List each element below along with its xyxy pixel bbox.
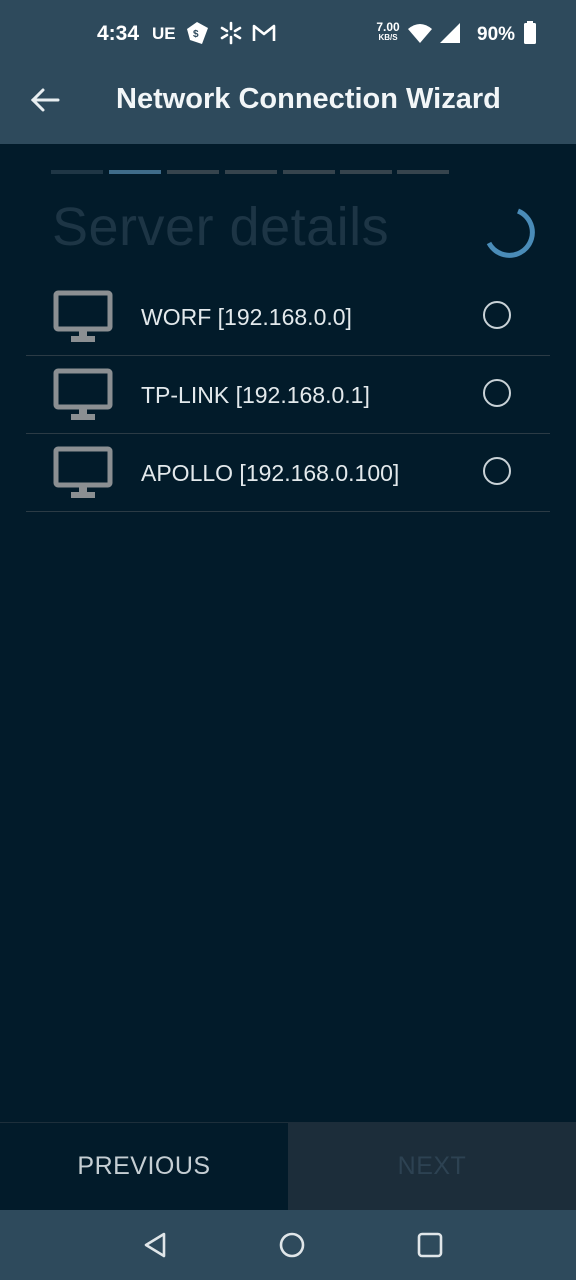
- step-1: [51, 170, 103, 174]
- page-title: Network Connection Wizard: [116, 83, 501, 115]
- server-radio[interactable]: [483, 301, 511, 329]
- status-bar: 4:34 UE $ 7.00 KB/S 90%: [0, 0, 576, 56]
- step-7: [397, 170, 449, 174]
- step-3: [167, 170, 219, 174]
- step-6: [340, 170, 392, 174]
- battery-percent: 90%: [477, 24, 516, 45]
- app-bar: Network Connection Wizard: [0, 56, 576, 144]
- asterisk-icon: [220, 21, 242, 45]
- back-arrow-icon[interactable]: [28, 80, 64, 120]
- server-name: APOLLO [192.168.0.100]: [141, 460, 400, 486]
- step-5: [283, 170, 335, 174]
- net-speed-unit: KB/S: [378, 33, 398, 42]
- battery-icon: [524, 21, 536, 44]
- list-item[interactable]: WORF [192.168.0.0]: [26, 278, 550, 356]
- nav-back-icon[interactable]: [140, 1230, 170, 1260]
- wizard-step-indicator: [51, 170, 451, 174]
- section-title: Server details: [52, 197, 390, 257]
- server-name: TP-LINK [192.168.0.1]: [141, 382, 370, 408]
- nav-home-icon[interactable]: [277, 1230, 307, 1260]
- nav-recents-icon[interactable]: [415, 1230, 445, 1260]
- wizard-button-bar: PREVIOUS NEXT: [0, 1122, 576, 1210]
- net-speed-value: 7.00: [376, 20, 400, 34]
- next-button[interactable]: NEXT: [288, 1122, 576, 1210]
- status-carrier: UE: [152, 24, 176, 43]
- tag-icon: $: [187, 22, 208, 44]
- server-list: WORF [192.168.0.0] TP-LINK [192.168.0.1]…: [26, 278, 550, 512]
- monitor-icon: [53, 368, 113, 420]
- svg-text:$: $: [193, 29, 199, 40]
- gmail-icon: [252, 24, 276, 41]
- net-speed: 7.00 KB/S: [373, 20, 403, 43]
- status-time: 4:34: [97, 22, 140, 45]
- monitor-icon: [53, 290, 113, 342]
- signal-icon: [440, 23, 460, 43]
- server-name: WORF [192.168.0.0]: [141, 304, 352, 330]
- server-radio[interactable]: [483, 457, 511, 485]
- system-nav-bar: [0, 1210, 576, 1280]
- server-radio[interactable]: [483, 379, 511, 407]
- step-2: [109, 170, 161, 174]
- previous-button[interactable]: PREVIOUS: [0, 1122, 288, 1210]
- loading-spinner-icon: [486, 208, 535, 258]
- list-item[interactable]: TP-LINK [192.168.0.1]: [26, 356, 550, 434]
- step-4: [225, 170, 277, 174]
- list-item[interactable]: APOLLO [192.168.0.100]: [26, 434, 550, 512]
- wifi-icon: [408, 24, 432, 43]
- monitor-icon: [53, 446, 113, 498]
